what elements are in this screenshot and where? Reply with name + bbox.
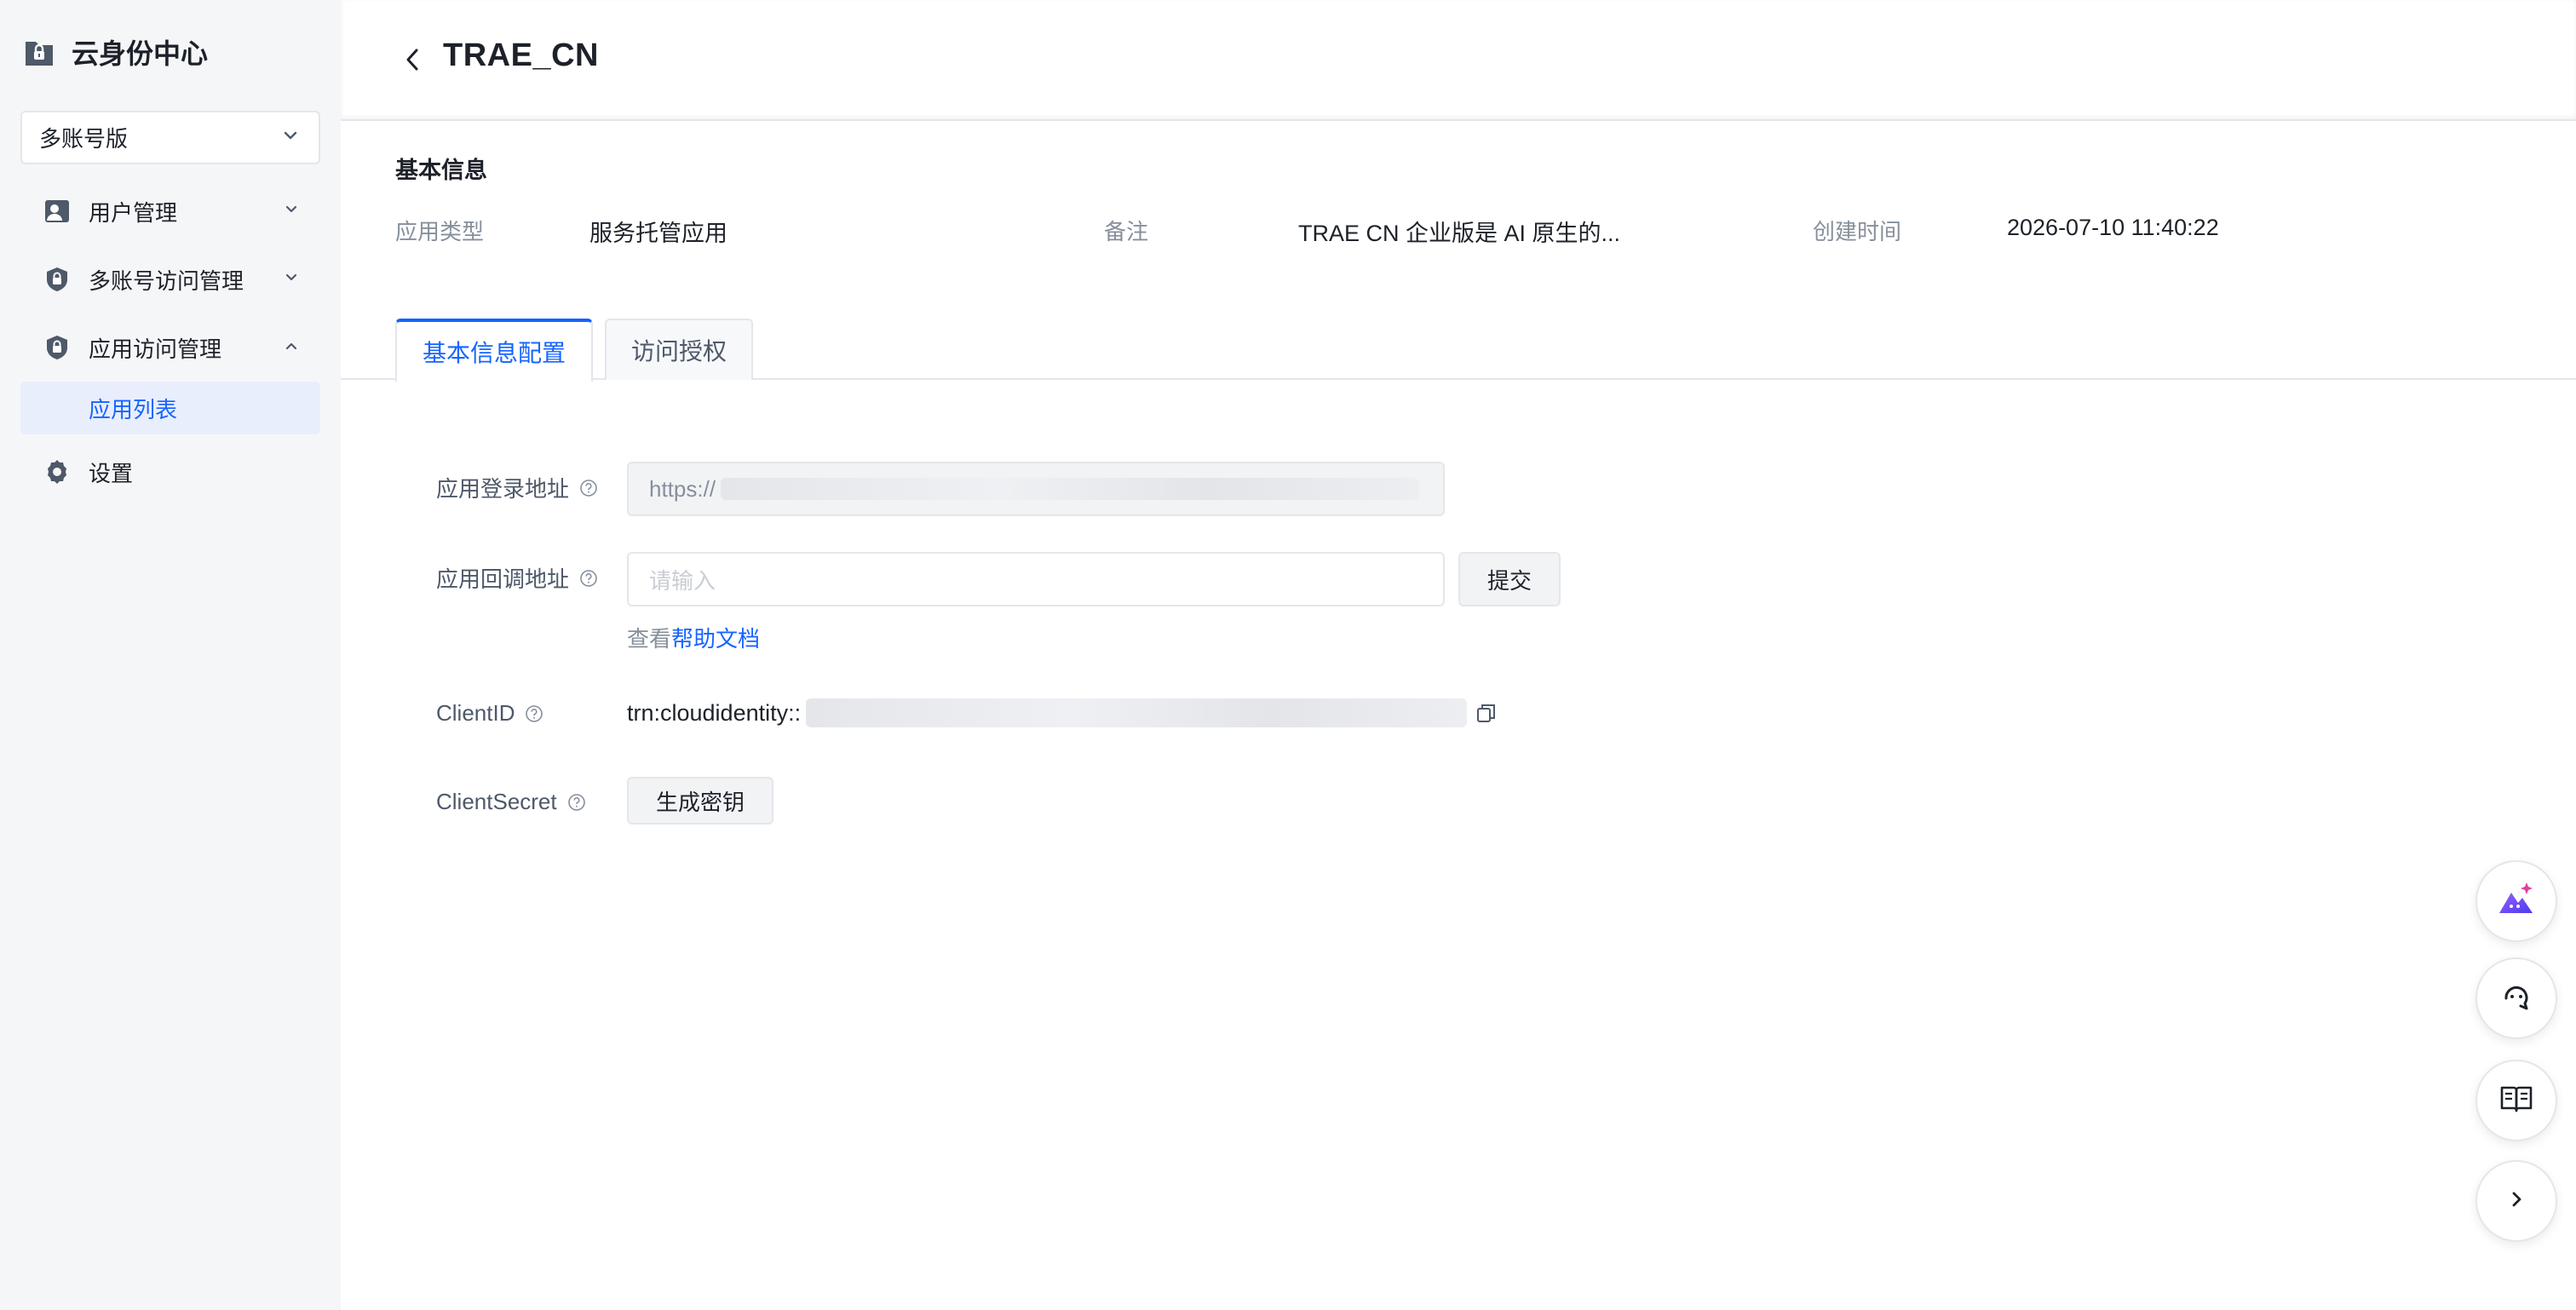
client-id-value: trn:cloudidentity:: bbox=[627, 699, 802, 726]
login-url-label-text: 应用登录地址 bbox=[436, 476, 570, 502]
account-version-select[interactable]: 多账号版 bbox=[20, 111, 320, 164]
ai-assistant-icon bbox=[2494, 877, 2539, 926]
help-circle-icon[interactable] bbox=[579, 479, 598, 497]
client-id-label-text: ClientID bbox=[436, 700, 515, 726]
callback-url-input[interactable]: 请输入 bbox=[627, 552, 1445, 606]
redacted-client-id bbox=[806, 698, 1468, 727]
help-circle-icon[interactable] bbox=[525, 704, 543, 723]
remark-value: TRAE CN 企业版是 AI 原生的... bbox=[1298, 221, 1621, 246]
help-circle-icon[interactable] bbox=[567, 793, 586, 812]
redacted-url bbox=[721, 478, 1420, 500]
sidebar-item-multi-account-access[interactable]: 多账号访问管理 bbox=[20, 252, 320, 307]
sidebar-item-app-list[interactable]: 应用列表 bbox=[20, 382, 320, 434]
docs-book-icon bbox=[2498, 1081, 2534, 1121]
chevron-down-icon bbox=[281, 126, 300, 149]
client-secret-label: ClientSecret bbox=[436, 789, 586, 815]
brand: 云身份中心 bbox=[22, 34, 208, 70]
shield-lock-icon bbox=[43, 265, 72, 294]
sidebar-item-label: 应用列表 bbox=[89, 396, 178, 422]
tab-bar: 基本信息配置 访问授权 bbox=[341, 319, 2576, 382]
client-secret-label-text: ClientSecret bbox=[436, 789, 557, 814]
docs-button[interactable] bbox=[2475, 1060, 2557, 1141]
shield-lock-icon bbox=[43, 333, 72, 362]
tab-access-authorization[interactable]: 访问授权 bbox=[605, 319, 753, 380]
login-url-field[interactable]: https:// bbox=[627, 462, 1445, 516]
user-card-icon bbox=[43, 197, 72, 226]
tab-basic-config[interactable]: 基本信息配置 bbox=[395, 319, 593, 382]
callback-url-placeholder: 请输入 bbox=[649, 567, 716, 594]
help-doc-hint: 查看帮助文档 bbox=[627, 622, 760, 653]
expand-panel-button[interactable] bbox=[2475, 1160, 2557, 1242]
lock-folder-icon bbox=[22, 35, 56, 69]
client-id-value-row: trn:cloudidentity:: bbox=[627, 698, 1499, 727]
brand-title: 云身份中心 bbox=[72, 38, 209, 69]
help-circle-icon[interactable] bbox=[579, 569, 598, 588]
basic-info-row: 应用类型 服务托管应用 备注 TRAE CN 企业版是 AI 原生的... 创建… bbox=[341, 215, 2576, 249]
callback-url-label: 应用回调地址 bbox=[436, 562, 598, 594]
app-type-value: 服务托管应用 bbox=[589, 221, 727, 246]
remark-label: 备注 bbox=[1104, 219, 1149, 244]
sidebar-item-app-access[interactable]: 应用访问管理 bbox=[20, 320, 320, 375]
login-url-value: https:// bbox=[649, 475, 716, 502]
chevron-up-icon bbox=[283, 337, 300, 359]
gear-icon bbox=[43, 457, 72, 486]
help-doc-link[interactable]: 帮助文档 bbox=[671, 626, 760, 652]
sidebar-item-label: 应用访问管理 bbox=[89, 336, 222, 362]
account-version-label: 多账号版 bbox=[39, 126, 129, 152]
generate-secret-button[interactable]: 生成密钥 bbox=[627, 777, 773, 824]
page-title: TRAE_CN bbox=[443, 37, 599, 73]
login-url-label: 应用登录地址 bbox=[436, 472, 598, 503]
chevron-down-icon bbox=[283, 269, 300, 290]
help-doc-prefix: 查看 bbox=[627, 626, 672, 652]
main-content: TRAE_CN 基本信息 应用类型 服务托管应用 备注 TRAE CN 企业版是… bbox=[341, 0, 2576, 1310]
created-time-label: 创建时间 bbox=[1813, 219, 1902, 244]
copy-icon[interactable] bbox=[1474, 700, 1499, 726]
support-button[interactable] bbox=[2475, 957, 2557, 1039]
support-chat-icon bbox=[2499, 980, 2533, 1018]
page-header: TRAE_CN bbox=[341, 0, 2576, 121]
sidebar-item-label: 用户管理 bbox=[89, 199, 178, 226]
section-title-basic-info: 基本信息 bbox=[395, 158, 487, 183]
sidebar-nav: 用户管理 多账号访问管理 应用访问管理 应用列表 设置 bbox=[20, 184, 320, 513]
sidebar-item-settings[interactable]: 设置 bbox=[20, 445, 320, 499]
client-id-label: ClientID bbox=[436, 700, 543, 727]
chevron-down-icon bbox=[283, 201, 300, 222]
sidebar-item-label: 多账号访问管理 bbox=[89, 267, 244, 294]
submit-button[interactable]: 提交 bbox=[1458, 552, 1561, 606]
app-type-label: 应用类型 bbox=[395, 219, 485, 244]
sidebar-item-label: 设置 bbox=[89, 460, 134, 486]
sidebar: 云身份中心 多账号版 用户管理 多账号访问管理 应用访问管理 应用列表 设置 bbox=[0, 0, 341, 1310]
ai-assistant-button[interactable] bbox=[2475, 860, 2557, 942]
chevron-right-icon bbox=[2506, 1189, 2527, 1214]
back-arrow-icon[interactable] bbox=[397, 44, 428, 75]
sidebar-item-user-management[interactable]: 用户管理 bbox=[20, 184, 320, 238]
created-time-value: 2026-07-10 11:40:22 bbox=[2007, 215, 2219, 240]
callback-url-label-text: 应用回调地址 bbox=[436, 566, 570, 592]
